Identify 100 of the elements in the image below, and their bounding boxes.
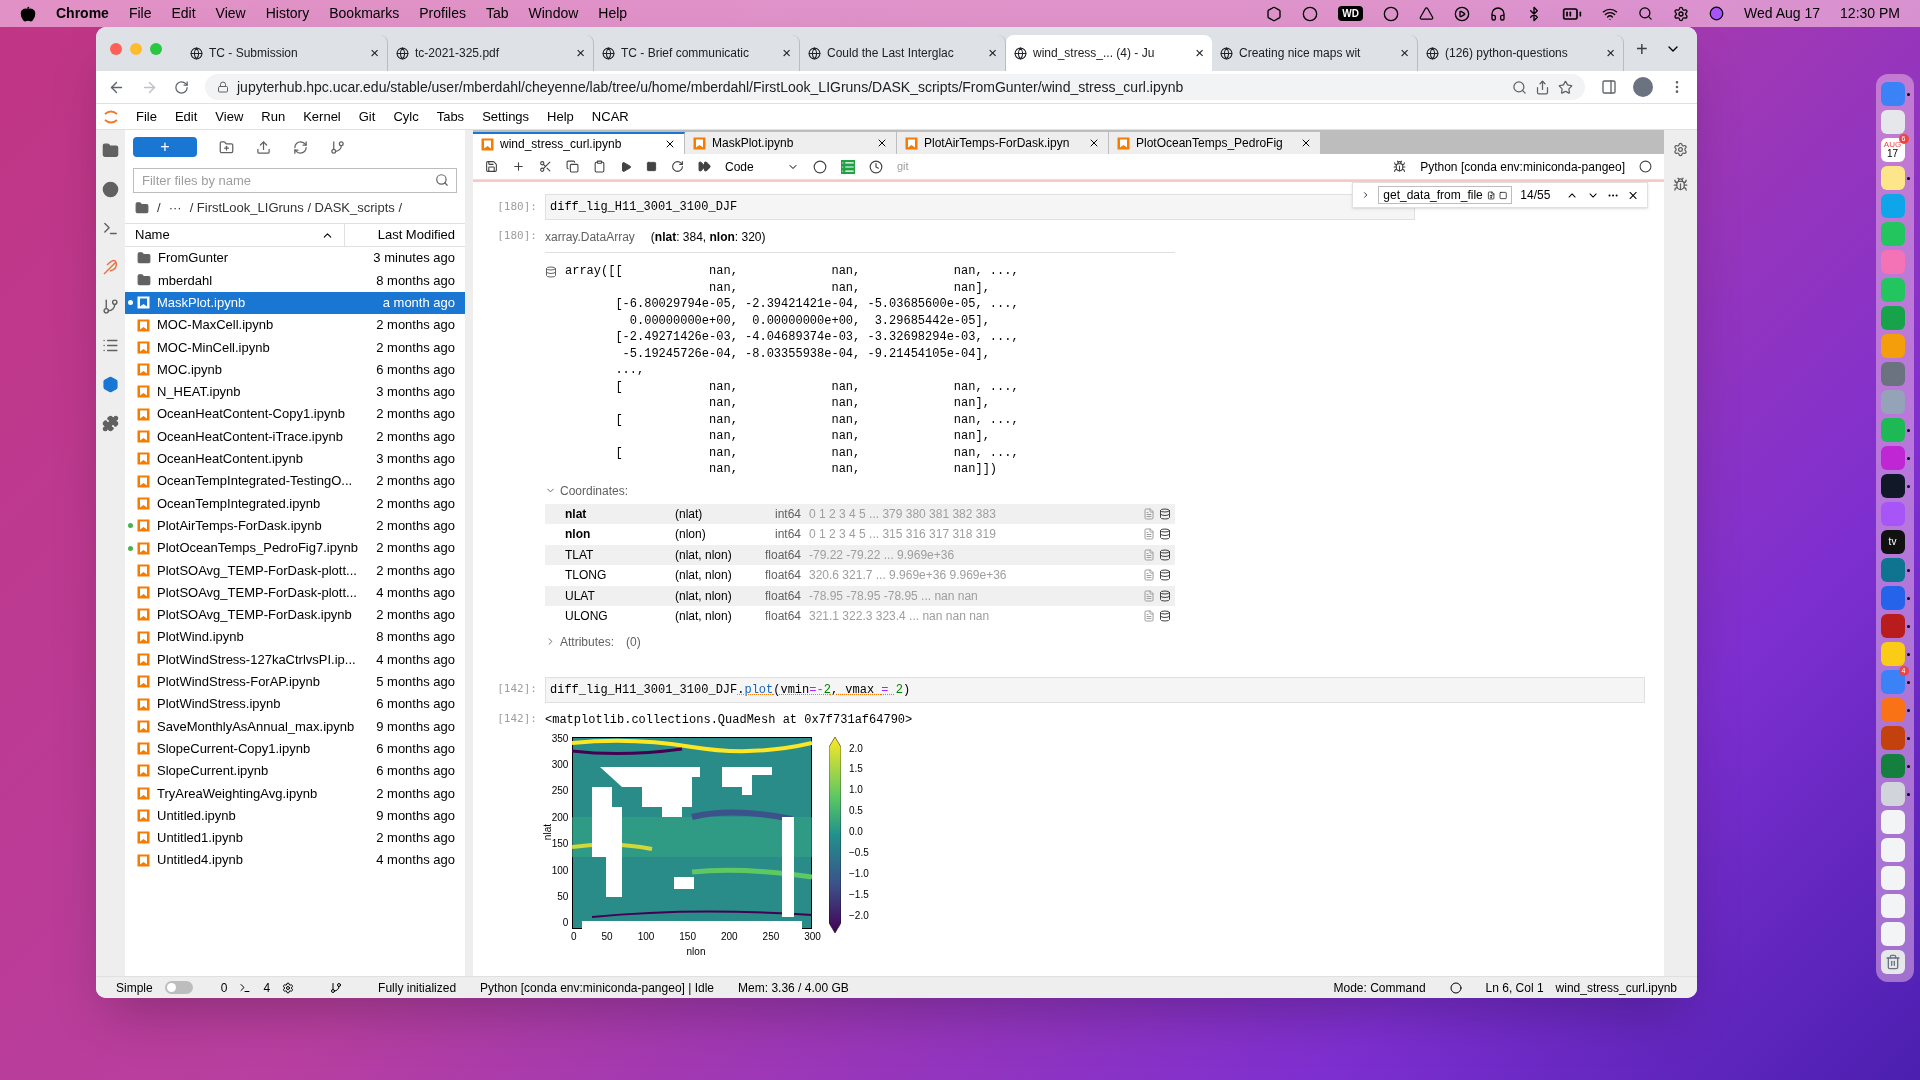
app-icon[interactable] <box>1880 894 1905 918</box>
menu-item[interactable]: View <box>215 106 244 127</box>
server-icon[interactable] <box>102 220 119 237</box>
file-row[interactable]: SaveMonthlyAsAnnual_max.ipynb 9 months ago <box>125 715 465 738</box>
list-icon[interactable] <box>841 159 855 174</box>
file-row[interactable]: PlotSOAvg_TEMP-ForDask-plott... 2 months ago <box>125 559 465 582</box>
address-bar[interactable]: jupyterhub.hpc.ucar.edu/stable/user/mberdahl/cheyenne/lab/tree/u/home/mberdahl/FirstLook_LIGruns/DASK_scripts/FromGunter/wind_stress_curl.ipynb <box>205 74 1585 100</box>
menu-item[interactable]: File <box>128 3 152 24</box>
file-row[interactable]: OceanTempIntegrated-TestingO... 2 months ago <box>125 469 465 493</box>
app-icon[interactable] <box>1880 474 1905 498</box>
breadcrumb-path[interactable]: / FirstLook_LIGruns / DASK_scripts / <box>189 198 403 218</box>
app-icon[interactable]: tv <box>1880 530 1905 554</box>
clock-date[interactable]: Wed Aug 17 <box>1744 3 1821 24</box>
add-icon[interactable] <box>512 160 525 173</box>
kernel-count[interactable]: 4 <box>263 978 271 997</box>
menu-item[interactable]: Tab <box>485 3 509 24</box>
restart-icon[interactable] <box>671 160 684 173</box>
file-row[interactable]: Untitled4.ipynb 4 months ago <box>125 849 465 872</box>
match-case-icon[interactable] <box>1486 189 1496 201</box>
folder-icon[interactable] <box>135 201 149 215</box>
menu-item[interactable]: Tabs <box>436 106 465 127</box>
menu-item[interactable]: Settings <box>482 106 530 127</box>
database-icon[interactable] <box>1159 548 1171 561</box>
folder-icon[interactable] <box>102 142 119 159</box>
debugger-icon[interactable] <box>1673 177 1688 192</box>
share-icon[interactable] <box>1535 79 1550 95</box>
file-row[interactable]: MOC-MaxCell.ipynb 2 months ago <box>125 313 465 337</box>
cell-type-dropdown[interactable]: Code <box>725 157 799 176</box>
tab-close-button[interactable]: × <box>576 41 585 65</box>
database-icon[interactable] <box>1159 569 1171 582</box>
file-row[interactable]: Untitled1.ipynb 2 months ago <box>125 826 465 849</box>
kernel-status[interactable]: Python [conda env:miniconda-pangeo] | Idle <box>480 978 715 997</box>
simple-mode-toggle[interactable] <box>164 981 193 994</box>
git-icon[interactable] <box>330 981 343 994</box>
file-row[interactable]: PlotSOAvg_TEMP-ForDask.ipynb 2 months ago <box>125 603 465 627</box>
file-row[interactable]: MaskPlot.ipynb a month ago <box>125 291 465 314</box>
menu-item[interactable]: Edit <box>171 3 196 24</box>
menu-item[interactable]: Edit <box>174 106 198 127</box>
hexagon-icon[interactable] <box>102 376 119 393</box>
menu-item[interactable]: NCAR <box>591 106 629 127</box>
terminal-count[interactable]: 0 <box>220 978 228 997</box>
side-panel-icon[interactable] <box>1601 79 1617 95</box>
stop-icon[interactable] <box>646 161 657 172</box>
database-icon[interactable] <box>1159 589 1171 602</box>
git-clone-icon[interactable] <box>330 139 345 155</box>
menu-item[interactable]: Chrome <box>56 3 109 24</box>
section-toggle[interactable]: Attributes: (0) <box>545 632 1175 651</box>
menu-item[interactable]: Help <box>598 3 628 24</box>
circle-icon[interactable] <box>813 159 827 174</box>
file-row[interactable]: PlotWind.ipynb 8 months ago <box>125 626 465 649</box>
status-icon[interactable] <box>1383 5 1400 22</box>
column-header[interactable]: Name <box>125 224 345 246</box>
tab-close-button[interactable]: × <box>782 41 791 65</box>
column-header[interactable]: Last Modified <box>345 225 465 245</box>
file-row[interactable]: PlotOceanTemps_PedroFig7.ipynb 2 months ago <box>125 536 465 560</box>
clock-time[interactable]: 12:30 PM <box>1840 3 1900 24</box>
play-icon[interactable] <box>1454 5 1471 22</box>
database-icon[interactable] <box>545 266 557 278</box>
file-row[interactable]: Untitled.ipynb 9 months ago <box>125 804 465 827</box>
menu-item[interactable]: File <box>136 106 157 127</box>
status-icon[interactable]: WD <box>1338 6 1364 21</box>
run-icon[interactable] <box>620 160 632 173</box>
gear-icon[interactable] <box>282 981 295 994</box>
file-row[interactable]: OceanHeatContent-iTrace.ipynb 2 months ago <box>125 425 465 448</box>
app-icon[interactable] <box>1880 922 1905 946</box>
breadcrumb-item[interactable]: ··· <box>168 198 182 218</box>
app-icon[interactable] <box>1880 866 1905 890</box>
menu-item[interactable]: Kernel <box>303 106 341 127</box>
property-inspector-icon[interactable] <box>1673 142 1688 157</box>
section-toggle[interactable]: Coordinates: <box>545 481 1175 500</box>
menu-item[interactable]: Window <box>528 3 579 24</box>
menu-item[interactable]: View <box>215 3 246 24</box>
kernel-name[interactable]: Python [conda env:miniconda-pangeo] <box>1420 157 1625 176</box>
notebook-tab[interactable]: PlotOceanTemps_PedroFig <box>1109 132 1321 154</box>
close-icon[interactable] <box>876 137 888 149</box>
status-icon[interactable] <box>1302 5 1319 22</box>
save-icon[interactable] <box>485 160 498 173</box>
copy-icon[interactable] <box>566 160 579 173</box>
app-icon[interactable] <box>1880 810 1905 834</box>
menu-item[interactable]: Help <box>547 106 574 127</box>
file-row[interactable]: MOC.ipynb 6 months ago <box>125 358 465 381</box>
browser-tab[interactable]: wind_stress_... (4) - Ju × <box>1006 35 1212 71</box>
clock-icon[interactable] <box>869 159 883 174</box>
terminal-icon[interactable] <box>239 981 252 994</box>
bookmark-star-icon[interactable] <box>1558 79 1573 95</box>
file-row[interactable]: SlopeCurrent-Copy1.ipynb 6 months ago <box>125 737 465 760</box>
file-row[interactable]: PlotWindStress-ForAP.ipynb 5 months ago <box>125 670 465 693</box>
database-icon[interactable] <box>1159 507 1171 520</box>
file-row[interactable]: PlotSOAvg_TEMP-ForDask-plott... 4 months ago <box>125 581 465 604</box>
search-icon[interactable] <box>1638 6 1654 21</box>
file-row[interactable]: OceanTempIntegrated.ipynb 2 months ago <box>125 492 465 515</box>
menu-item[interactable]: Profiles <box>419 3 466 24</box>
file-row[interactable]: FromGunter 3 minutes ago <box>125 247 465 270</box>
file-row[interactable]: TryAreaWeightingAvg.ipynb 2 months ago <box>125 782 465 805</box>
apple-icon[interactable] <box>20 5 36 22</box>
new-launcher-button[interactable]: + <box>133 137 197 157</box>
feather-icon[interactable] <box>102 259 119 276</box>
reload-icon[interactable] <box>174 79 189 95</box>
menu-item[interactable]: Cylc <box>393 106 419 127</box>
refresh-icon[interactable] <box>293 139 308 155</box>
